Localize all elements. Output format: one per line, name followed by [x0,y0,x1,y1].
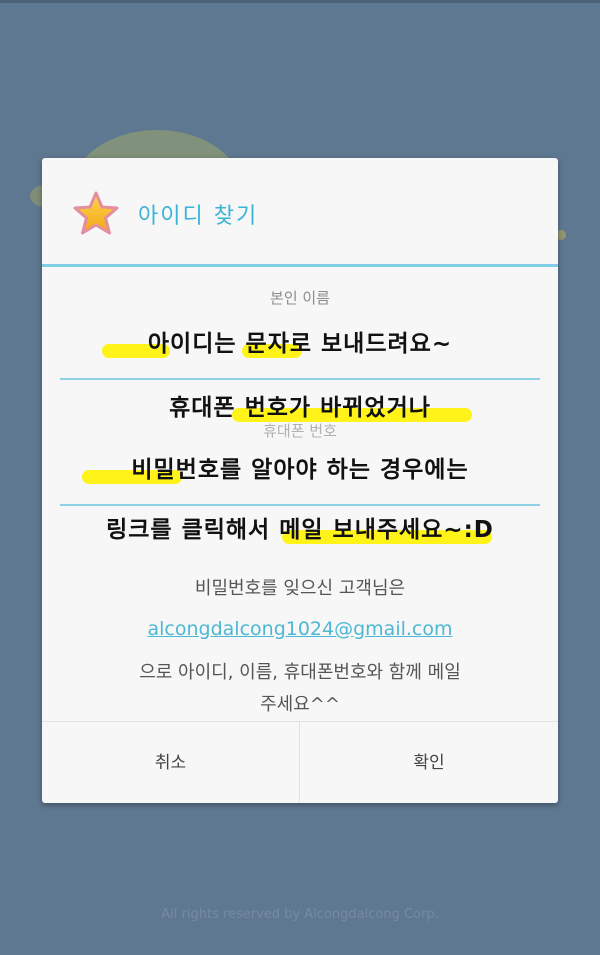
phone-input[interactable] [60,504,540,506]
overlay-text-line: 링크를 클릭해서 메일 보내주세요~:D [106,517,494,543]
overlay-text-line: 비밀번호를 알아야 하는 경우에는 [131,457,469,483]
info-text: 주세요^^ [260,694,340,715]
confirm-button[interactable]: 확인 [300,722,558,803]
footer-copyright: All rights reserved by Alcongdalcong Cor… [161,907,439,922]
email-link[interactable]: alcongdalcong1024@gmail.com [42,618,558,640]
title-divider [42,264,558,267]
name-input[interactable] [60,378,540,380]
info-text: 비밀번호를 잊으신 고객님은 [194,578,406,599]
dialog-button-bar: 취소 확인 [42,721,558,803]
find-id-dialog: 아이디 찾기 본인 이름 휴대폰 번호 아이디는 문자로 보내드려요~ 휴대폰 … [42,158,558,803]
overlay-text-line: 휴대폰 번호가 바뀌었거나 [169,395,431,421]
dialog-title: 아이디 찾기 [138,204,259,229]
cancel-button[interactable]: 취소 [42,722,300,803]
star-icon [73,191,119,235]
overlay-text-line: 아이디는 문자로 보내드려요~ [147,331,453,357]
dialog-header: 아이디 찾기 [42,158,558,266]
top-edge [0,0,600,3]
name-field-label: 본인 이름 [270,289,330,307]
info-text: 으로 아이디, 이름, 휴대폰번호와 함께 메일 [139,662,461,683]
phone-field-label: 휴대폰 번호 [263,422,337,440]
